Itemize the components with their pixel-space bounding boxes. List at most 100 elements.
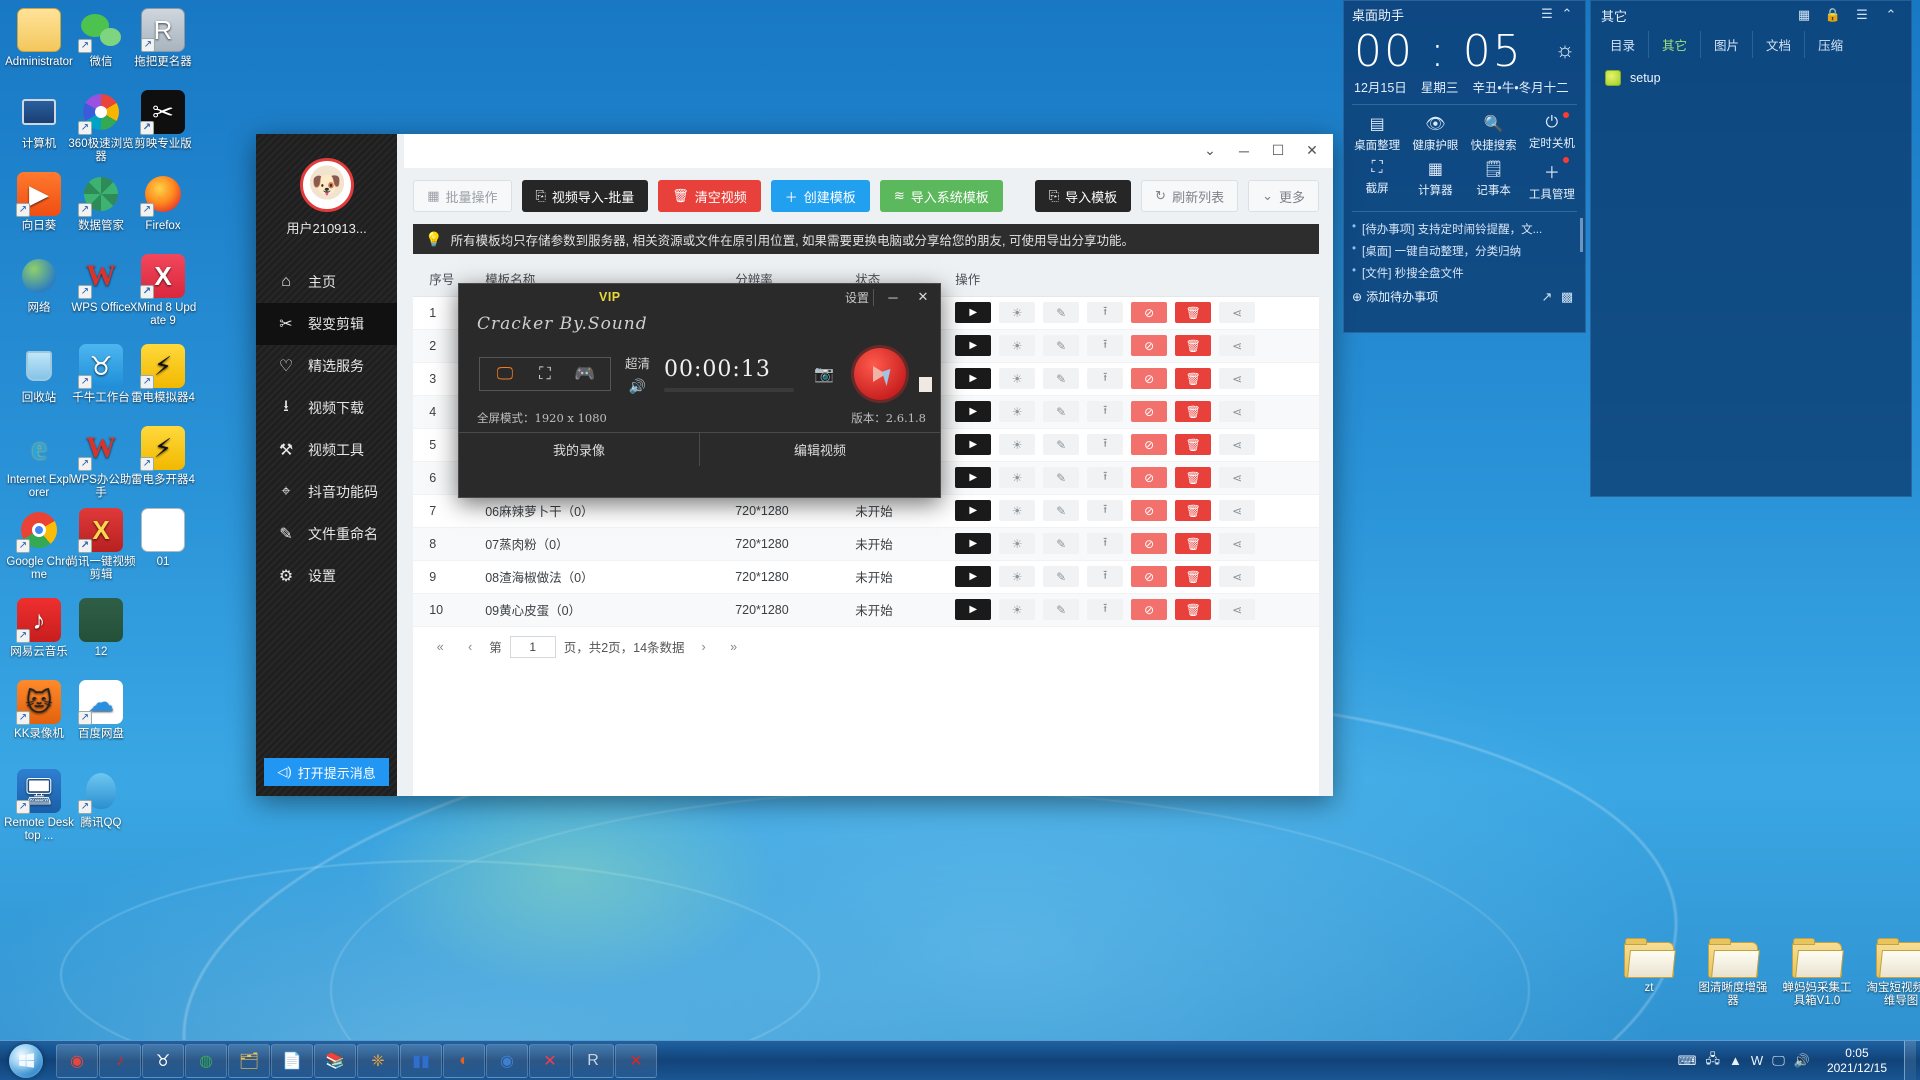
recorder-quality-label[interactable]: 超清 — [625, 353, 650, 372]
play-icon[interactable]: ▶ — [955, 335, 992, 356]
camera-icon[interactable]: 📷 — [814, 364, 834, 384]
delete-icon[interactable]: 🗑 — [1175, 500, 1212, 521]
delete-icon[interactable]: 🗑 — [1175, 599, 1212, 620]
recorder-close-button[interactable]: ✕ — [912, 289, 934, 305]
add-todo-label[interactable]: 添加待办事项 — [1366, 288, 1438, 305]
share-icon[interactable]: ⋖ — [1219, 302, 1256, 323]
desktop-icon[interactable]: ↗ 微信 — [66, 8, 136, 69]
qrcode-icon[interactable]: ▩ — [1557, 289, 1577, 305]
sidebar-item-scissors[interactable]: ✂ 裂变剪辑 — [256, 303, 398, 345]
taskbar-item-notepad[interactable]: 📄 — [271, 1043, 313, 1078]
window-icon[interactable]: ⛶ — [532, 364, 558, 384]
assistant-tool-desktop-tidy[interactable]: ▤ 桌面整理 — [1348, 114, 1406, 153]
play-icon[interactable]: ▶ — [955, 500, 992, 521]
desktop-icon[interactable]: ⚡ ↗ 雷电模拟器4 — [128, 344, 198, 405]
file-list-item[interactable]: setup — [1591, 64, 1911, 92]
sidebar-item-wrench[interactable]: ⚒ 视频工具 — [256, 429, 397, 471]
settings-sun-icon[interactable]: ☀ — [999, 533, 1036, 554]
share-icon[interactable]: ↗ — [1537, 289, 1557, 305]
start-button[interactable] — [2, 1043, 50, 1079]
file-panel-tab-文档[interactable]: 文档 — [1753, 31, 1806, 58]
taskbar-item-shangxun-editor[interactable]: ✕ — [615, 1043, 657, 1078]
taskbar-item-chrome[interactable]: ◍ — [185, 1043, 227, 1078]
show-desktop-button[interactable] — [1904, 1040, 1916, 1080]
desktop-icon[interactable]: Administrator — [4, 8, 74, 69]
recorder-titlebar[interactable]: VIP 设置 ─ ✕ — [459, 284, 940, 310]
desktop-icon[interactable]: ↗ Google Chrome — [4, 508, 74, 582]
pencil-icon[interactable]: ✎ — [1043, 533, 1080, 554]
hamburger-icon[interactable]: ☰ — [1537, 6, 1557, 22]
taskbar-item-butterfly[interactable]: ❈ — [357, 1043, 399, 1078]
desktop-icon[interactable]: 🖥 ↗ Remote Desktop ... — [4, 769, 74, 843]
toolbar-button-清空视频[interactable]: 🗑 清空视频 — [658, 180, 761, 212]
pagination-first-button[interactable]: « — [429, 636, 451, 658]
chevron-up-icon[interactable]: ⌃ — [1557, 6, 1577, 22]
taskbar-item-browser-360[interactable]: ◉ — [56, 1043, 98, 1078]
recorder-volume-slider[interactable] — [664, 387, 795, 392]
desktop-icon[interactable]: 回收站 — [4, 344, 74, 405]
play-icon[interactable]: ▶ — [955, 434, 992, 455]
open-tips-button[interactable]: ◁) 打开提示消息 — [264, 758, 390, 786]
stop-button[interactable] — [919, 377, 932, 392]
speaker-icon[interactable]: 🔊 — [629, 378, 646, 395]
pencil-icon[interactable]: ✎ — [1043, 401, 1080, 422]
lock-icon[interactable]: 🔒 — [1823, 7, 1843, 23]
desktop-icon[interactable]: ↗ 腾讯QQ — [66, 769, 136, 830]
notice-scrollbar[interactable] — [1580, 218, 1583, 252]
desktop-icon[interactable]: ✂ ↗ 剪映专业版 — [128, 90, 198, 151]
desktop-icon[interactable]: ▶ ↗ 向日葵 — [4, 172, 74, 233]
play-icon[interactable]: ▶ — [955, 566, 992, 587]
app-close-button[interactable]: ✕ — [1295, 136, 1329, 166]
table-row[interactable]: 8 07蒸肉粉（0） 720*1280 未开始 ▶ ☀ ✎ ⭱ ⊘ 🗑 ⋖ — [413, 527, 1319, 561]
table-row[interactable]: 10 09黄心皮蛋（0） 720*1280 未开始 ▶ ☀ ✎ ⭱ ⊘ 🗑 ⋖ — [413, 593, 1319, 627]
recorder-settings-button[interactable]: 设置 — [845, 288, 874, 306]
record-button[interactable] — [853, 348, 906, 400]
play-icon[interactable]: ▶ — [955, 401, 992, 422]
cancel-icon[interactable]: ⊘ — [1131, 599, 1168, 620]
cancel-icon[interactable]: ⊘ — [1131, 368, 1168, 389]
settings-sun-icon[interactable]: ☀ — [999, 434, 1036, 455]
desktop-assistant-widget[interactable]: 桌面助手 ☰ ⌃ 00 : 05 ☼ 12月15日 星期三 辛丑•牛•冬月十二 … — [1343, 0, 1586, 333]
settings-sun-icon[interactable]: ☀ — [999, 335, 1036, 356]
recorder-quality-group[interactable]: 超清 🔊 — [625, 353, 650, 395]
sidebar-item-home[interactable]: ⌂ 主页 — [256, 261, 397, 303]
taskbar-item-qianniu[interactable]: ♉ — [142, 1043, 184, 1078]
desktop-icon[interactable]: 01 — [128, 508, 198, 569]
desktop-icon[interactable]: ☁ ↗ 百度网盘 — [66, 680, 136, 741]
upload-icon[interactable]: ⭱ — [1087, 368, 1124, 389]
settings-sun-icon[interactable]: ☀ — [999, 467, 1036, 488]
file-panel-tab-图片[interactable]: 图片 — [1701, 31, 1754, 58]
assistant-notice-item[interactable]: [文件] 秒搜全盘文件 — [1352, 262, 1577, 284]
pencil-icon[interactable]: ✎ — [1043, 467, 1080, 488]
app-maximize-button[interactable]: ☐ — [1261, 136, 1295, 166]
settings-sun-icon[interactable]: ☀ — [999, 566, 1036, 587]
upload-icon[interactable]: ⭱ — [1087, 500, 1124, 521]
pencil-icon[interactable]: ✎ — [1043, 335, 1080, 356]
play-icon[interactable]: ▶ — [955, 467, 992, 488]
volume-icon[interactable]: 🔊 — [1794, 1053, 1810, 1069]
taskbar-item-netease-music[interactable]: ♪ — [99, 1043, 141, 1078]
toolbar-button-更多[interactable]: ⌄ 更多 — [1248, 180, 1319, 212]
desktop-icon[interactable]: ↗ 360极速浏览器 — [66, 90, 136, 164]
sidebar-item-heart[interactable]: ♡ 精选服务 — [256, 345, 397, 387]
upload-icon[interactable]: ⭱ — [1087, 566, 1124, 587]
delete-icon[interactable]: 🗑 — [1175, 335, 1212, 356]
upload-icon[interactable]: ⭱ — [1087, 467, 1124, 488]
delete-icon[interactable]: 🗑 — [1175, 434, 1212, 455]
desktop-folder[interactable]: zt — [1612, 938, 1686, 1008]
monitor-icon[interactable]: 🖵 — [492, 364, 518, 384]
upload-icon[interactable]: ⭱ — [1087, 335, 1124, 356]
table-row[interactable]: 7 06麻辣萝卜干（0） 720*1280 未开始 ▶ ☀ ✎ ⭱ ⊘ 🗑 ⋖ — [413, 494, 1319, 528]
desktop-icon[interactable]: X ↗ 尚讯一键视频剪辑 — [66, 508, 136, 582]
toolbar-button-导入模板[interactable]: ⎘ 导入模板 — [1034, 180, 1132, 212]
desktop-icon[interactable]: 网络 — [4, 254, 74, 315]
sidebar-item-gear[interactable]: ⚙ 设置 — [256, 555, 397, 597]
share-icon[interactable]: ⋖ — [1219, 467, 1256, 488]
desktop-folder[interactable]: 蝉妈妈采集工具箱V1.0 — [1780, 938, 1854, 1008]
table-row[interactable]: 9 08渣海椒做法（0） 720*1280 未开始 ▶ ☀ ✎ ⭱ ⊘ 🗑 ⋖ — [413, 560, 1319, 594]
app-titlebar[interactable]: ⌄ ─ ☐ ✕ — [404, 134, 1333, 168]
avatar[interactable]: 🐶 — [299, 158, 354, 212]
network-tray-icon[interactable]: 🖧 — [1706, 1050, 1721, 1072]
share-icon[interactable]: ⋖ — [1219, 566, 1256, 587]
recorder-tab-我的录像[interactable]: 我的录像 — [459, 433, 699, 466]
